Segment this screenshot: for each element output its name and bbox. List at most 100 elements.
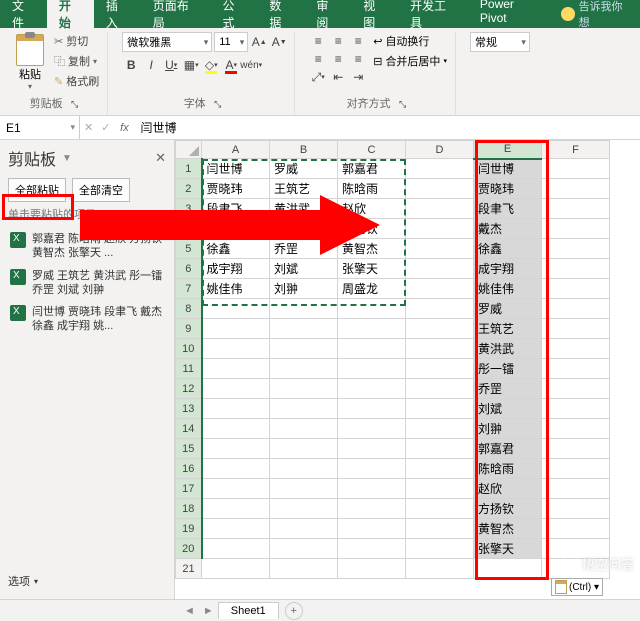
decrease-font-button[interactable]: A▼ [270,33,288,51]
cell-C21[interactable] [338,559,406,579]
bold-button[interactable]: B [122,56,140,74]
align-middle-button[interactable]: ≡ [329,32,347,50]
cell-E19[interactable]: 黄智杰 [474,519,542,539]
col-header-D[interactable]: D [406,141,474,159]
cell-D6[interactable] [406,259,474,279]
cell-C3[interactable]: 赵欣 [338,199,406,219]
cell-C7[interactable]: 周盛龙 [338,279,406,299]
cell-B13[interactable] [270,399,338,419]
cell-A12[interactable] [202,379,270,399]
cell-D5[interactable] [406,239,474,259]
cell-F7[interactable] [542,279,610,299]
cell-C10[interactable] [338,339,406,359]
cell-B10[interactable] [270,339,338,359]
add-sheet-button[interactable]: + [285,602,303,620]
cell-A5[interactable]: 徐鑫 [202,239,270,259]
row-header-18[interactable]: 18 [176,499,202,519]
cell-C19[interactable] [338,519,406,539]
row-header-20[interactable]: 20 [176,539,202,559]
cell-C12[interactable] [338,379,406,399]
cell-A21[interactable] [202,559,270,579]
cell-D4[interactable] [406,219,474,239]
cell-C16[interactable] [338,459,406,479]
cell-C11[interactable] [338,359,406,379]
cell-E17[interactable]: 赵欣 [474,479,542,499]
cell-F18[interactable] [542,499,610,519]
cell-A3[interactable]: 段聿飞 [202,199,270,219]
row-header-8[interactable]: 8 [176,299,202,319]
cell-F16[interactable] [542,459,610,479]
cell-A18[interactable] [202,499,270,519]
cell-C14[interactable] [338,419,406,439]
cell-E2[interactable]: 贾晓玮 [474,179,542,199]
cell-F5[interactable] [542,239,610,259]
cell-F8[interactable] [542,299,610,319]
col-header-C[interactable]: C [338,141,406,159]
cell-E9[interactable]: 王筑艺 [474,319,542,339]
increase-indent-button[interactable]: ⇥ [349,68,367,86]
cell-E20[interactable]: 张擎天 [474,539,542,559]
cell-E5[interactable]: 徐鑫 [474,239,542,259]
cell-C1[interactable]: 郭嘉君 [338,159,406,179]
cell-A19[interactable] [202,519,270,539]
cell-F3[interactable] [542,199,610,219]
clipboard-options-button[interactable]: 选项▾ [8,569,166,593]
cell-F10[interactable] [542,339,610,359]
cell-D19[interactable] [406,519,474,539]
cell-D16[interactable] [406,459,474,479]
cell-B15[interactable] [270,439,338,459]
row-header-7[interactable]: 7 [176,279,202,299]
cell-A10[interactable] [202,339,270,359]
copy-button[interactable]: ⿻复制▾ [52,52,101,70]
cell-A13[interactable] [202,399,270,419]
paste-button[interactable]: 粘贴 ▾ [12,32,48,93]
cell-F19[interactable] [542,519,610,539]
cell-F11[interactable] [542,359,610,379]
cell-B6[interactable]: 刘斌 [270,259,338,279]
row-header-9[interactable]: 9 [176,319,202,339]
align-top-button[interactable]: ≡ [309,32,327,50]
cell-C13[interactable] [338,399,406,419]
clipboard-item-1[interactable]: 郭嘉君 陈晗雨 赵欣 方扬钦 黄智杰 张擎天 ... [8,228,166,265]
font-name-select[interactable]: 微软雅黑 [122,32,212,52]
border-button[interactable]: ▦▾ [182,56,200,74]
row-header-19[interactable]: 19 [176,519,202,539]
cell-D20[interactable] [406,539,474,559]
cell-F9[interactable] [542,319,610,339]
cell-C9[interactable] [338,319,406,339]
col-header-E[interactable]: E [474,141,542,159]
cell-D3[interactable] [406,199,474,219]
cell-D8[interactable] [406,299,474,319]
cell-F13[interactable] [542,399,610,419]
cell-B5[interactable]: 乔罡 [270,239,338,259]
cell-A15[interactable] [202,439,270,459]
cell-D18[interactable] [406,499,474,519]
cell-C18[interactable] [338,499,406,519]
decrease-indent-button[interactable]: ⇤ [329,68,347,86]
wrap-text-button[interactable]: ↩自动换行 [371,32,449,50]
col-header-F[interactable]: F [542,141,610,159]
enter-formula-button[interactable]: ✓ [97,121,114,134]
formula-value[interactable]: 闫世博 [134,119,640,136]
italic-button[interactable]: I [142,56,160,74]
cell-C4[interactable]: 方扬钦 [338,219,406,239]
cell-B16[interactable] [270,459,338,479]
cancel-formula-button[interactable]: ✕ [80,121,97,134]
col-header-A[interactable]: A [202,141,270,159]
tell-me-search[interactable]: 告诉我你想 [553,0,640,30]
cell-B4[interactable]: 彤一镭 [270,219,338,239]
cell-B3[interactable]: 黄洪武 [270,199,338,219]
cell-A14[interactable] [202,419,270,439]
row-header-1[interactable]: 1 [176,159,202,179]
cell-F2[interactable] [542,179,610,199]
cut-button[interactable]: ✂剪切 [52,32,101,50]
cell-D11[interactable] [406,359,474,379]
clipboard-item-2[interactable]: 罗威 王筑艺 黄洪武 彤一镭 乔罡 刘斌 刘翀 [8,265,166,302]
cell-F12[interactable] [542,379,610,399]
row-header-5[interactable]: 5 [176,239,202,259]
row-header-14[interactable]: 14 [176,419,202,439]
cell-D10[interactable] [406,339,474,359]
cell-B11[interactable] [270,359,338,379]
cell-B17[interactable] [270,479,338,499]
format-painter-button[interactable]: ✎格式刷 [52,72,101,90]
